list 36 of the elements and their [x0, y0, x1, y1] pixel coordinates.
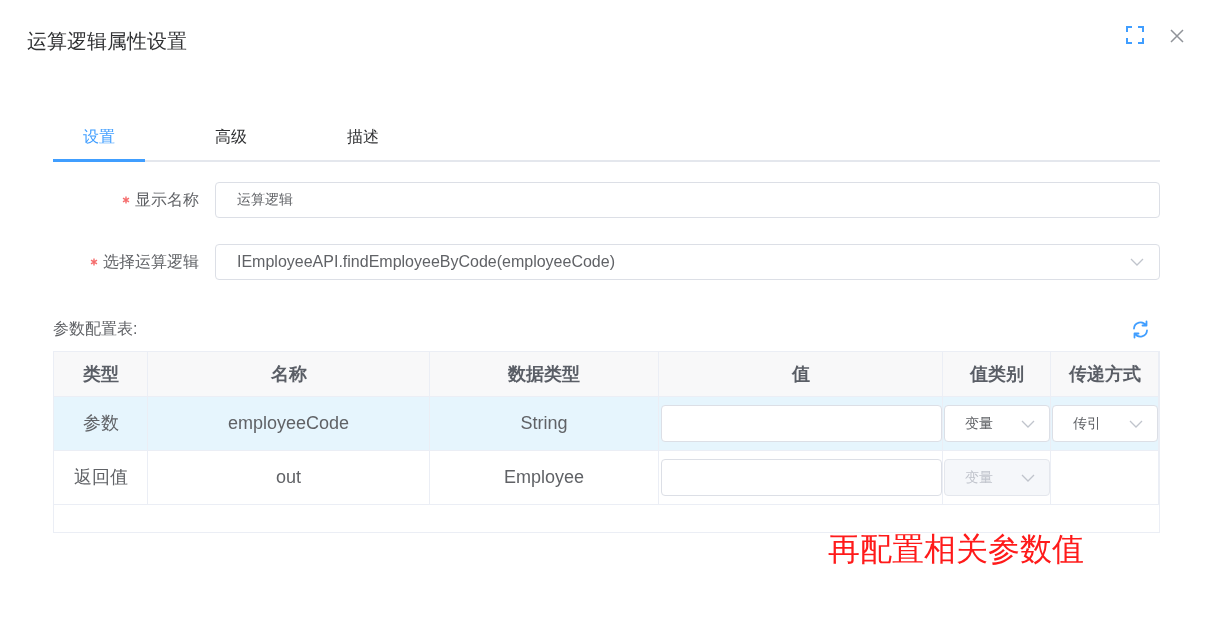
column-header: 值类别 [943, 352, 1051, 396]
table-title: 参数配置表: [53, 319, 138, 339]
fullscreen-button[interactable] [1126, 26, 1144, 44]
table-row[interactable]: 参数 employeeCode String 变量 传引 [54, 397, 1159, 451]
column-header: 数据类型 [430, 352, 659, 396]
chevron-down-icon [1130, 258, 1144, 266]
column-header: 值 [659, 352, 943, 396]
close-icon [1170, 29, 1184, 43]
select-field[interactable]: IEmployeeAPI.findEmployeeByCode(employeeCode) [215, 244, 1160, 280]
refresh-icon [1131, 319, 1150, 339]
fullscreen-icon [1126, 26, 1144, 44]
text-input[interactable]: 运算逻辑 [215, 182, 1160, 218]
value-input[interactable] [661, 459, 942, 496]
field-label: 显示名称 [135, 190, 199, 210]
column-header: 传递方式 [1051, 352, 1159, 396]
close-button[interactable] [1170, 29, 1184, 43]
dialog-title: 运算逻辑属性设置 [27, 29, 188, 53]
select-field[interactable]: 变量 [944, 405, 1050, 442]
chevron-down-icon [1021, 473, 1035, 482]
table-cell: out [148, 451, 430, 504]
chevron-down-icon [1129, 419, 1143, 428]
table-cell: String [430, 397, 659, 450]
table-cell: 返回值 [54, 451, 148, 504]
tab[interactable]: 描述 [317, 115, 409, 162]
value-input[interactable] [661, 405, 942, 442]
column-header: 名称 [148, 352, 430, 396]
table-cell: 参数 [54, 397, 148, 450]
table-cell: employeeCode [148, 397, 430, 450]
refresh-button[interactable] [1131, 319, 1150, 339]
tab[interactable]: 高级 [185, 115, 277, 162]
select-field[interactable]: 传引 [1052, 405, 1158, 442]
chevron-down-icon [1021, 419, 1035, 428]
annotation-text: 再配置相关参数值 [828, 533, 1084, 565]
table-cell: Employee [430, 451, 659, 504]
field-label: 选择运算逻辑 [103, 252, 199, 272]
column-header: 类型 [54, 352, 148, 396]
